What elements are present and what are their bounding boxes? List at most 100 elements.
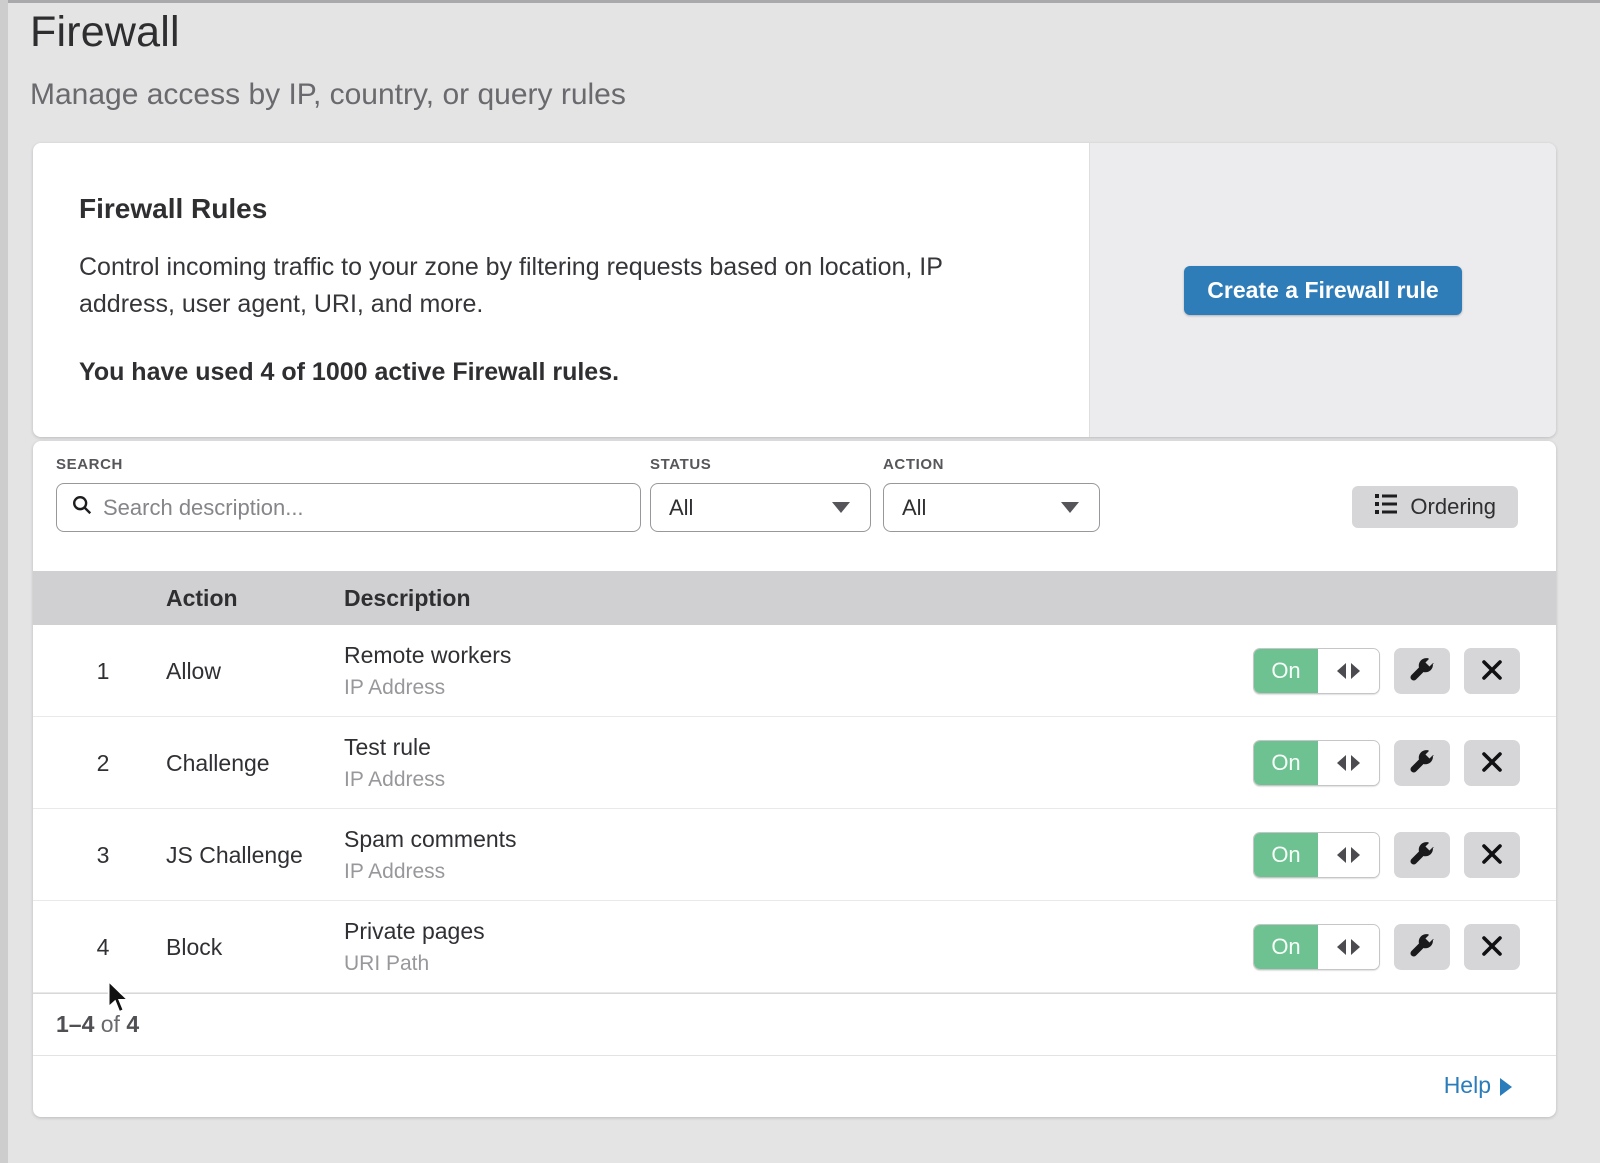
- table-row: 3 JS Challenge Spam comments IP Address …: [33, 809, 1556, 901]
- intro-card-action-panel: Create a Firewall rule: [1090, 143, 1556, 437]
- help-link-label: Help: [1444, 1072, 1491, 1099]
- triangle-left-icon: [1337, 939, 1346, 955]
- rule-priority-number: 1: [83, 658, 123, 685]
- rule-description: Remote workers: [344, 642, 511, 669]
- help-row: Help: [33, 1055, 1556, 1115]
- toggle-on-label: On: [1254, 741, 1318, 785]
- table-row: 1 Allow Remote workers IP Address On: [33, 625, 1556, 717]
- status-select-value: All: [669, 495, 693, 521]
- delete-rule-button[interactable]: [1464, 740, 1520, 786]
- pagination-of: of: [101, 1011, 120, 1037]
- rule-description: Private pages: [344, 918, 485, 945]
- rule-description: Test rule: [344, 734, 445, 761]
- ordering-button-label: Ordering: [1410, 494, 1496, 520]
- status-select[interactable]: All: [650, 483, 871, 532]
- delete-rule-button[interactable]: [1464, 832, 1520, 878]
- triangle-left-icon: [1337, 847, 1346, 863]
- search-filter-group: SEARCH: [56, 456, 641, 532]
- rule-description-cell: Remote workers IP Address: [344, 642, 511, 700]
- rule-action: JS Challenge: [166, 842, 303, 869]
- rule-enabled-toggle[interactable]: On: [1253, 740, 1380, 786]
- rule-priority-number: 2: [83, 750, 123, 777]
- rule-enabled-toggle[interactable]: On: [1253, 924, 1380, 970]
- column-header-action: Action: [166, 585, 238, 612]
- edit-rule-button[interactable]: [1394, 648, 1450, 694]
- rule-description-cell: Test rule IP Address: [344, 734, 445, 792]
- triangle-right-icon: [1351, 847, 1360, 863]
- toggle-on-label: On: [1254, 649, 1318, 693]
- triangle-right-icon: [1351, 755, 1360, 771]
- search-input-wrapper[interactable]: [56, 483, 641, 532]
- wrench-icon: [1409, 841, 1435, 870]
- triangle-right-icon: [1351, 663, 1360, 679]
- action-label: ACTION: [883, 456, 1100, 473]
- edit-rule-button[interactable]: [1394, 832, 1450, 878]
- close-icon: [1480, 842, 1504, 869]
- status-label: STATUS: [650, 456, 871, 473]
- table-row: 2 Challenge Test rule IP Address On: [33, 717, 1556, 809]
- filters-bar: SEARCH STATUS All ACTION All: [33, 441, 1556, 571]
- toggle-on-label: On: [1254, 833, 1318, 877]
- chevron-down-icon: [1061, 502, 1079, 513]
- action-select[interactable]: All: [883, 483, 1100, 532]
- edit-rule-button[interactable]: [1394, 924, 1450, 970]
- rule-match-type: IP Address: [344, 676, 511, 700]
- rule-action: Challenge: [166, 750, 270, 777]
- page-title: Firewall: [30, 8, 180, 57]
- rule-action: Block: [166, 934, 222, 961]
- pagination-row: 1–4 of 4: [33, 993, 1556, 1055]
- arrow-right-icon: [1500, 1078, 1512, 1096]
- action-select-value: All: [902, 495, 926, 521]
- triangle-left-icon: [1337, 755, 1346, 771]
- rule-controls: On: [1253, 832, 1520, 878]
- toggle-handle[interactable]: [1318, 741, 1379, 785]
- rule-enabled-toggle[interactable]: On: [1253, 832, 1380, 878]
- rule-description-cell: Spam comments IP Address: [344, 826, 517, 884]
- firewall-rules-list-card: SEARCH STATUS All ACTION All: [33, 441, 1556, 1117]
- delete-rule-button[interactable]: [1464, 648, 1520, 694]
- rule-match-type: IP Address: [344, 768, 445, 792]
- triangle-left-icon: [1337, 663, 1346, 679]
- close-icon: [1480, 658, 1504, 685]
- search-input[interactable]: [103, 495, 626, 521]
- edit-rule-button[interactable]: [1394, 740, 1450, 786]
- search-label: SEARCH: [56, 456, 641, 473]
- action-filter-group: ACTION All: [883, 456, 1100, 532]
- ordering-button[interactable]: Ordering: [1352, 486, 1518, 528]
- chevron-down-icon: [832, 502, 850, 513]
- intro-card-text-panel: Firewall Rules Control incoming traffic …: [33, 143, 1090, 437]
- rule-match-type: URI Path: [344, 952, 485, 976]
- help-link[interactable]: Help: [1444, 1072, 1512, 1099]
- wrench-icon: [1409, 657, 1435, 686]
- rule-controls: On: [1253, 924, 1520, 970]
- rule-description-cell: Private pages URI Path: [344, 918, 485, 976]
- rule-controls: On: [1253, 740, 1520, 786]
- column-header-description: Description: [344, 585, 471, 612]
- toggle-handle[interactable]: [1318, 649, 1379, 693]
- rule-priority-number: 4: [83, 934, 123, 961]
- rule-description: Spam comments: [344, 826, 517, 853]
- triangle-right-icon: [1351, 939, 1360, 955]
- intro-heading: Firewall Rules: [79, 193, 1029, 225]
- toggle-handle[interactable]: [1318, 925, 1379, 969]
- rule-controls: On: [1253, 648, 1520, 694]
- create-firewall-rule-button[interactable]: Create a Firewall rule: [1184, 266, 1461, 315]
- wrench-icon: [1409, 933, 1435, 962]
- pagination-total: 4: [126, 1011, 139, 1037]
- delete-rule-button[interactable]: [1464, 924, 1520, 970]
- close-icon: [1480, 934, 1504, 961]
- rules-table-header: Action Description: [33, 571, 1556, 625]
- table-row: 4 Block Private pages URI Path On: [33, 901, 1556, 993]
- toggle-on-label: On: [1254, 925, 1318, 969]
- pagination-range: 1–4: [56, 1011, 94, 1037]
- page-subtitle: Manage access by IP, country, or query r…: [30, 78, 626, 112]
- toggle-handle[interactable]: [1318, 833, 1379, 877]
- rule-enabled-toggle[interactable]: On: [1253, 648, 1380, 694]
- wrench-icon: [1409, 749, 1435, 778]
- status-filter-group: STATUS All: [650, 456, 871, 532]
- rule-action: Allow: [166, 658, 221, 685]
- search-icon: [71, 494, 93, 521]
- rule-match-type: IP Address: [344, 860, 517, 884]
- rule-priority-number: 3: [83, 842, 123, 869]
- intro-description: Control incoming traffic to your zone by…: [79, 249, 1029, 323]
